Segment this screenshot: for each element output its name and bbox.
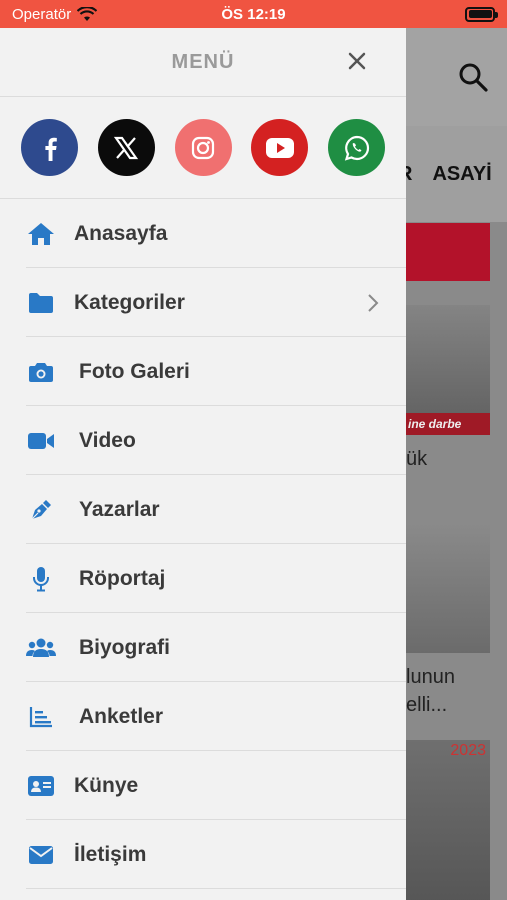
folder-icon — [26, 288, 56, 318]
menu-label: Biyografi — [79, 635, 171, 659]
tab-asayis[interactable]: ASAYİ — [432, 163, 491, 186]
battery-icon — [465, 6, 498, 22]
drawer-menu: Anasayfa Kategoriler Foto Galeri Video Y… — [0, 199, 406, 889]
menu-label: Kategoriler — [74, 290, 185, 314]
ad-banner — [406, 223, 490, 281]
video-icon — [26, 426, 56, 456]
chevron-right-icon — [368, 294, 379, 312]
menu-item-biyografi[interactable]: Biyografi — [0, 613, 406, 682]
social-links — [0, 97, 406, 199]
menu-item-foto-galeri[interactable]: Foto Galeri — [0, 337, 406, 406]
background-app: R ASAYİ ine darbe ük lunun elli... 2023 — [406, 28, 507, 900]
news-headline[interactable]: lunun — [406, 666, 455, 689]
camera-icon — [26, 357, 56, 387]
envelope-icon — [26, 840, 56, 870]
instagram-icon — [191, 136, 215, 159]
menu-label: Anasayfa — [74, 221, 168, 245]
side-menu-drawer: MENÜ Anasayfa Kategoriler Foto Galeri Vi… — [0, 28, 406, 900]
instagram-button[interactable] — [174, 119, 232, 176]
news-headline[interactable]: elli... — [406, 694, 447, 717]
menu-label: Video — [79, 428, 136, 452]
x-button[interactable] — [97, 119, 155, 176]
category-tabs: R ASAYİ — [406, 126, 507, 222]
youtube-icon — [265, 137, 294, 158]
x-logo-icon — [114, 136, 139, 159]
facebook-icon — [44, 137, 57, 161]
menu-label: Anketler — [79, 704, 164, 728]
menu-item-yazarlar[interactable]: Yazarlar — [0, 475, 406, 544]
image-year: 2023 — [450, 742, 486, 759]
menu-label: İletişim — [74, 842, 147, 866]
menu-label: Künye — [74, 773, 139, 797]
users-icon — [26, 633, 56, 663]
menu-item-iletisim[interactable]: İletişim — [0, 820, 406, 889]
image-caption: ine darbe — [406, 413, 490, 435]
chart-icon — [26, 702, 56, 732]
news-image[interactable] — [406, 523, 490, 653]
menu-item-kategoriler[interactable]: Kategoriler — [0, 268, 406, 337]
menu-item-anasayfa[interactable]: Anasayfa — [0, 199, 406, 268]
tab-r[interactable]: R — [406, 163, 412, 186]
news-headline[interactable]: ük — [406, 448, 427, 471]
drawer-title: MENÜ — [171, 50, 235, 73]
menu-label: Röportaj — [79, 566, 166, 590]
microphone-icon — [26, 564, 56, 594]
menu-item-video[interactable]: Video — [0, 406, 406, 475]
facebook-button[interactable] — [21, 119, 78, 176]
whatsapp-icon — [344, 135, 369, 161]
menu-item-kunye[interactable]: Künye — [0, 751, 406, 820]
menu-label: Foto Galeri — [79, 359, 190, 383]
carrier-label: Operatör — [12, 5, 72, 23]
clock: ÖS 12:19 — [221, 5, 286, 23]
pen-icon — [26, 495, 56, 525]
menu-item-roportaj[interactable]: Röportaj — [0, 544, 406, 613]
whatsapp-button[interactable] — [328, 119, 385, 176]
youtube-button[interactable] — [251, 119, 309, 176]
wifi-icon — [77, 6, 98, 21]
close-icon[interactable] — [344, 48, 370, 74]
id-card-icon — [26, 771, 56, 801]
news-image[interactable]: ine darbe — [406, 305, 490, 435]
menu-label: Yazarlar — [79, 497, 160, 521]
news-image[interactable]: 2023 — [406, 740, 490, 900]
menu-item-anketler[interactable]: Anketler — [0, 682, 406, 751]
search-icon[interactable] — [458, 62, 488, 92]
home-icon — [26, 219, 56, 249]
status-bar: Operatör ÖS 12:19 — [0, 0, 507, 28]
drawer-header: MENÜ — [0, 28, 406, 97]
